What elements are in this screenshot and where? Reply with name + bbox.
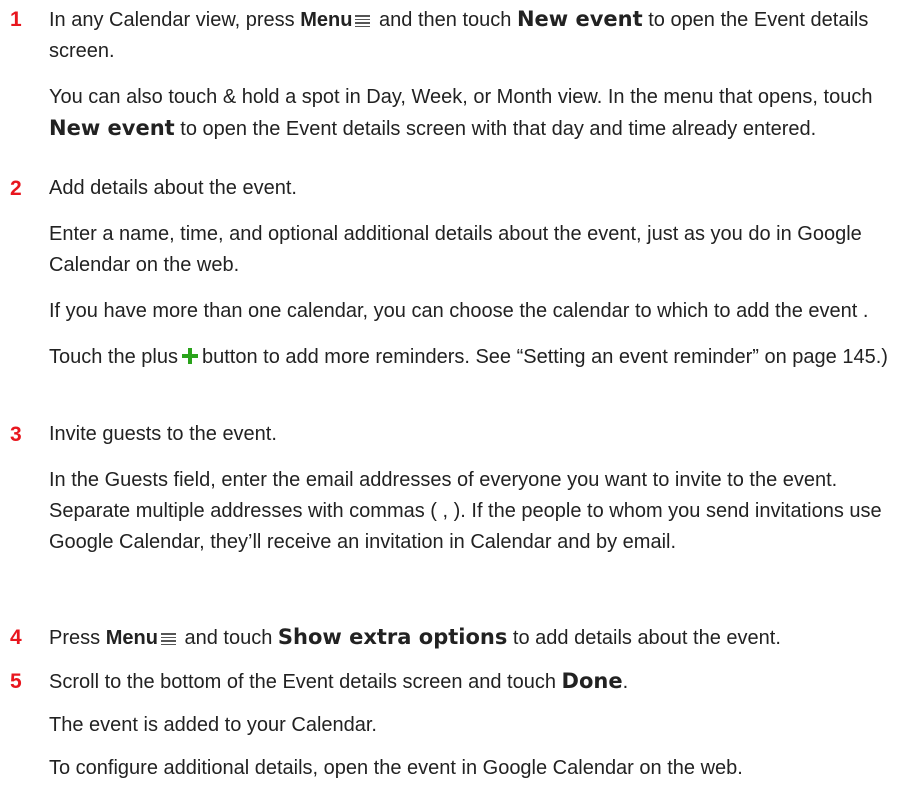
text: and then touch [379,9,512,31]
step-number: 1 [10,8,22,31]
text: Scroll to the bottom of the Event detail… [49,671,556,693]
step-paragraph: You can also touch & hold a spot in Day,… [49,82,904,145]
step-paragraph: If you have more than one calendar, you … [49,300,869,322]
plus-icon [181,348,198,364]
text: You can also touch & hold a spot in Day,… [49,86,873,108]
step-paragraph: The event is added to your Calendar. [49,714,377,736]
text: Touch the plus [49,346,178,368]
step-number: 5 [10,670,22,693]
step-body: Scroll to the bottom of the Event detail… [49,666,904,784]
step-number: 3 [10,423,22,446]
text: to add details about the event. [512,627,781,649]
menu-icon [355,15,371,27]
text: to open the Event details screen with th… [180,118,817,140]
step-instruction: Add details about the event. [49,177,297,199]
step-number: 2 [10,177,22,200]
step-instruction: Invite guests to the event. [49,423,277,445]
menu-label: Menu [105,627,158,649]
done-label: Done [561,669,623,693]
step-number: 4 [10,626,22,649]
step-paragraph: In the Guests field, enter the email add… [49,469,882,553]
step-body: Invite guests to the event. In the Guest… [49,419,904,558]
menu-icon [160,633,176,645]
text: and touch [184,627,273,649]
text: In any Calendar view, press [49,9,295,31]
new-event-label: New event [49,116,175,140]
step-body: In any Calendar view, press Menu and the… [49,4,904,145]
step-paragraph: To configure additional details, open th… [49,757,743,779]
step-paragraph: Touch the plus button to add more reminde… [49,342,904,373]
step-paragraph: Enter a name, time, and optional additio… [49,223,862,276]
step-body: Press Menu and touch Show extra options … [49,622,904,654]
show-extra-options-label: Show extra options [277,625,508,649]
text: . [622,671,629,693]
new-event-label: New event [516,7,643,31]
text: Press [49,627,101,649]
document-page: 1 In any Calendar view, press Menu and t… [0,0,912,800]
step-instruction: Scroll to the bottom of the Event detail… [49,666,904,698]
menu-label: Menu [300,9,353,31]
text: button to add more reminders. See “Setti… [201,346,888,368]
step-instruction: In any Calendar view, press Menu and the… [49,4,904,67]
step-instruction: Press Menu and touch Show extra options … [49,622,904,654]
step-body: Add details about the event. Enter a nam… [49,173,904,373]
